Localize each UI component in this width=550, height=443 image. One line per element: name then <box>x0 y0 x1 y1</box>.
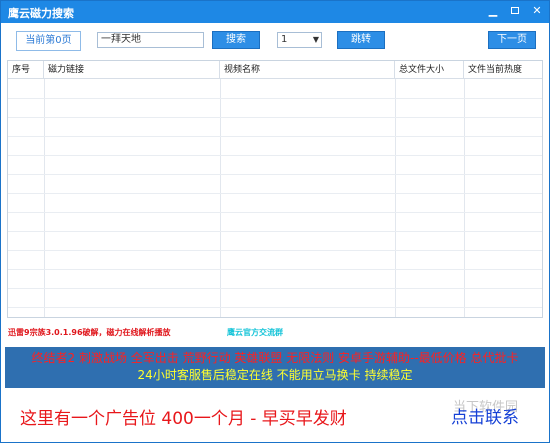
ad-banner-line1: 终结者2 刺激战场 全军出击 荒野行动 英雄联盟 无限法则 安卓手游辅助--最低… <box>31 351 519 365</box>
page-select[interactable]: 1 ▼ <box>277 32 322 48</box>
empty-table-row <box>8 250 542 251</box>
ad-banner[interactable]: 终结者2 刺激战场 全军出击 荒野行动 英雄联盟 无限法则 安卓手游辅助--最低… <box>5 347 545 388</box>
maximize-icon[interactable] <box>506 3 524 19</box>
search-button[interactable]: 搜索 <box>212 31 260 49</box>
footer-links: 迅雷9宗族3.0.1.96破解，磁力在线解析播放 鹰云官方交流群 <box>1 319 549 345</box>
page-select-value: 1 <box>281 34 288 45</box>
empty-table-row <box>8 117 542 118</box>
jump-button[interactable]: 跳转 <box>337 31 385 49</box>
minimize-icon[interactable]: ▁ <box>484 3 502 19</box>
search-input[interactable]: 一拜天地 <box>97 32 204 48</box>
column-header-size[interactable]: 总文件大小 <box>395 61 464 79</box>
empty-table-row <box>8 193 542 194</box>
ad-banner-line2: 24小时客服售后稳定在线 不能用立马换卡 持续稳定 <box>137 368 413 382</box>
bottom-ad: 这里有一个广告位 400一个月 - 早买早发财 当下软件园 点击联系 <box>1 391 549 442</box>
empty-table-row <box>8 288 542 289</box>
chevron-down-icon[interactable]: ▼ <box>313 33 319 47</box>
empty-table-row <box>8 174 542 175</box>
column-divider <box>464 79 465 317</box>
toolbar: 当前第0页 一拜天地 搜索 1 ▼ 跳转 下一页 <box>1 23 549 59</box>
column-header-magnet[interactable]: 磁力链接 <box>44 61 220 79</box>
column-divider <box>220 79 221 317</box>
results-table[interactable]: 序号 磁力链接 视频名称 总文件大小 文件当前热度 <box>7 60 543 318</box>
window-title: 鹰云磁力搜索 <box>8 7 74 20</box>
contact-link[interactable]: 点击联系 <box>451 403 519 428</box>
official-group-link[interactable]: 鹰云官方交流群 <box>227 327 283 338</box>
ad-text: 这里有一个广告位 400一个月 - 早买早发财 <box>20 409 347 429</box>
next-page-button[interactable]: 下一页 <box>488 31 536 49</box>
column-header-index[interactable]: 序号 <box>8 61 44 79</box>
empty-table-row <box>8 136 542 137</box>
empty-table-row <box>8 98 542 99</box>
column-header-heat[interactable]: 文件当前热度 <box>464 61 542 79</box>
title-bar[interactable]: 鹰云磁力搜索 ▁ ✕ <box>1 1 549 23</box>
empty-table-row <box>8 307 542 308</box>
app-window: 鹰云磁力搜索 ▁ ✕ 当前第0页 一拜天地 搜索 1 ▼ 跳转 下一页 序号 磁… <box>0 0 550 443</box>
empty-table-row <box>8 231 542 232</box>
column-header-video-name[interactable]: 视频名称 <box>220 61 395 79</box>
close-icon[interactable]: ✕ <box>528 3 546 19</box>
table-header: 序号 磁力链接 视频名称 总文件大小 文件当前热度 <box>8 61 542 79</box>
empty-table-row <box>8 269 542 270</box>
empty-table-row <box>8 155 542 156</box>
column-divider <box>395 79 396 317</box>
empty-table-row <box>8 212 542 213</box>
version-link[interactable]: 迅雷9宗族3.0.1.96破解，磁力在线解析播放 <box>8 327 171 338</box>
current-page-label: 当前第0页 <box>16 31 81 51</box>
column-divider <box>44 79 45 317</box>
